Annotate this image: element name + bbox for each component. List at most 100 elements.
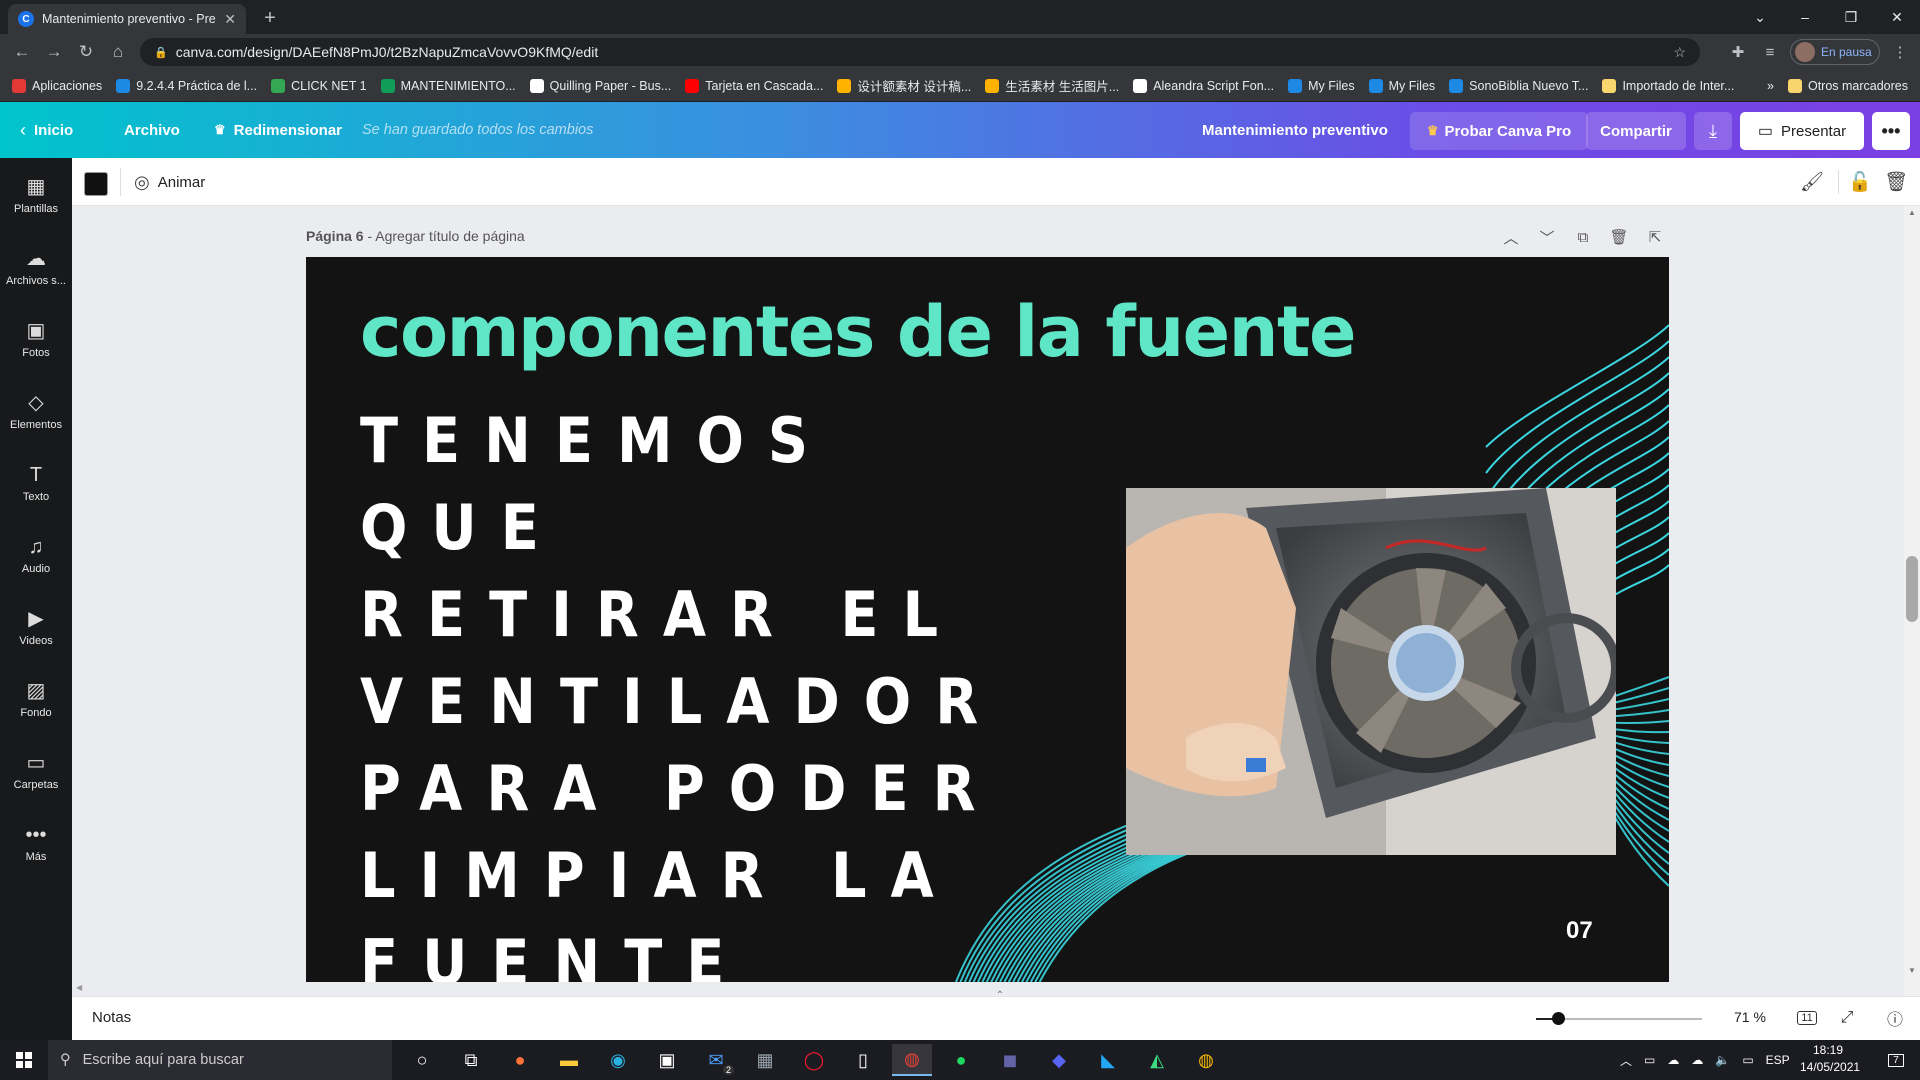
minimize-icon[interactable]: – — [1782, 0, 1828, 34]
file-menu-button[interactable]: Archivo — [124, 102, 180, 158]
windows-start-icon[interactable] — [0, 1040, 48, 1080]
bookmark-item[interactable]: 设计额素材 设计稿... — [837, 76, 971, 95]
reload-icon[interactable]: ↻ — [70, 34, 102, 70]
restore-icon[interactable]: ❐ — [1828, 0, 1874, 34]
slide-body-text[interactable]: Tenemos que retirar el ventilador para p… — [360, 397, 1000, 982]
android-studio-icon[interactable]: ◭ — [1137, 1044, 1177, 1076]
bookmark-item[interactable]: Quilling Paper - Bus... — [529, 78, 671, 93]
try-canva-pro-button[interactable]: ♛ Probar Canva Pro — [1410, 112, 1588, 150]
fullscreen-icon[interactable]: ⤢ — [1834, 1006, 1860, 1030]
other-bookmarks-folder[interactable]: Otros marcadores — [1787, 78, 1908, 93]
sidebar-item-carpetas[interactable]: ▭ Carpetas — [0, 736, 72, 806]
background-color-swatch[interactable] — [84, 172, 108, 196]
vscode-icon[interactable]: ◣ — [1088, 1044, 1128, 1076]
sidebar-item-archivos-s[interactable]: ☁ Archivos s... — [0, 232, 72, 302]
bookmark-item[interactable]: My Files — [1288, 78, 1355, 93]
show-hidden-icons-icon[interactable]: ︿ — [1620, 1052, 1632, 1069]
sidebar-item-fondo[interactable]: ▨ Fondo — [0, 664, 72, 734]
profile-button[interactable]: En pausa — [1790, 39, 1880, 65]
sidebar-item-videos[interactable]: ▶ Videos — [0, 592, 72, 662]
scroll-up-icon[interactable]: ▲ — [1908, 208, 1916, 217]
zoom-percentage[interactable]: 71 % — [1734, 1009, 1766, 1025]
spotify-icon[interactable]: ● — [941, 1044, 981, 1076]
resize-button[interactable]: ♛ Redimensionar — [214, 102, 342, 158]
slide-title[interactable]: componentes de la fuente — [360, 291, 1356, 373]
bookmark-item[interactable]: 9.2.4.4 Práctica de l... — [116, 78, 257, 93]
slide-canvas[interactable]: componentes de la fuente Tenemos que ret… — [306, 257, 1669, 982]
lock-icon[interactable]: 🔓 — [1846, 168, 1874, 196]
firefox-icon[interactable]: ● — [500, 1044, 540, 1076]
teams-icon[interactable]: ◼ — [990, 1044, 1030, 1076]
display-icon[interactable]: ▭ — [1742, 1053, 1753, 1067]
help-icon[interactable]: ⓘ — [1882, 1006, 1908, 1030]
add-page-icon[interactable]: ⇱ — [1642, 224, 1668, 250]
bookmark-star-icon[interactable]: ☆ — [1673, 44, 1686, 61]
notification-center-icon[interactable]: 7 — [1876, 1040, 1916, 1080]
store-icon[interactable]: ▣ — [647, 1044, 687, 1076]
sidebar-item-plantillas[interactable]: ▦ Plantillas — [0, 160, 72, 230]
discord-icon[interactable]: ◆ — [1039, 1044, 1079, 1076]
edge-icon[interactable]: ◉ — [598, 1044, 638, 1076]
network-icon[interactable]: ☁ — [1691, 1053, 1703, 1067]
bookmark-item[interactable]: Tarjeta en Cascada... — [685, 78, 823, 93]
delete-page-icon[interactable]: 🗑 — [1606, 224, 1632, 250]
copy-style-paint-roller-icon[interactable]: 🖌 — [1798, 168, 1826, 196]
url-bar[interactable]: 🔒 canva.com/design/DAEefN8PmJ0/t2BzNapuZ… — [140, 38, 1700, 66]
home-button[interactable]: ‹ Inicio — [20, 102, 73, 158]
new-tab-icon[interactable]: + — [258, 6, 282, 30]
close-tab-icon[interactable]: ✕ — [224, 11, 236, 28]
task-view-cortana-icon[interactable]: ○ — [402, 1044, 442, 1076]
bookmark-item[interactable]: My Files — [1368, 78, 1435, 93]
calculator-icon[interactable]: ▦ — [745, 1044, 785, 1076]
page-up-chevron-icon[interactable]: ︿ — [1498, 224, 1524, 250]
page-down-chevron-icon[interactable]: ﹀ — [1534, 224, 1560, 250]
duplicate-page-icon[interactable]: ⧉ — [1570, 224, 1596, 250]
extensions-puzzle-icon[interactable]: ✚ — [1724, 38, 1752, 66]
onedrive-icon[interactable]: ☁ — [1667, 1053, 1679, 1067]
home-icon[interactable]: ⌂ — [102, 34, 134, 70]
mail-icon[interactable]: ✉ 2 — [696, 1044, 736, 1076]
chrome-icon[interactable]: ◍ — [1186, 1044, 1226, 1076]
bookmark-item[interactable]: Importado de Inter... — [1602, 78, 1734, 93]
bookmark-item[interactable]: MANTENIMIENTO... — [380, 78, 516, 93]
page-title-input[interactable]: Agregar título de página — [375, 228, 524, 244]
close-window-icon[interactable]: ✕ — [1874, 0, 1920, 34]
download-icon[interactable]: ⤓ — [1694, 112, 1732, 150]
taskbar-clock[interactable]: 18:19 14/05/2021 — [1800, 1042, 1860, 1076]
bookmark-item[interactable]: SonoBiblia Nuevo T... — [1449, 78, 1588, 93]
notes-button[interactable]: Notas — [92, 1009, 131, 1026]
trash-icon[interactable]: 🗑 — [1882, 168, 1910, 196]
scroll-left-icon[interactable]: ◀ — [76, 983, 82, 992]
power-supply-fan-photo[interactable] — [1126, 488, 1616, 855]
chrome-menu-icon[interactable]: ⋮ — [1886, 38, 1914, 66]
sidebar-item-texto[interactable]: T Texto — [0, 448, 72, 518]
animate-button[interactable]: ◎ Animar — [134, 158, 205, 206]
back-icon[interactable]: ← — [6, 34, 38, 70]
page-grid-button[interactable]: 11 — [1794, 1006, 1820, 1030]
scroll-down-icon[interactable]: ▼ — [1908, 966, 1916, 975]
sidebar-item-más[interactable]: ••• Más — [0, 808, 72, 878]
taskbar-search[interactable]: ⚲ Escribe aquí para buscar — [48, 1040, 392, 1080]
bookmark-item[interactable]: 生活素材 生活图片... — [985, 76, 1119, 95]
bookmark-item[interactable]: Aleandra Script Fon... — [1133, 78, 1274, 93]
notepad-icon[interactable]: ▯ — [843, 1044, 883, 1076]
present-button[interactable]: ▭ Presentar — [1740, 112, 1864, 150]
chrome-canva-icon[interactable]: ◍ — [892, 1044, 932, 1076]
task-view-icon[interactable]: ⧉ — [451, 1044, 491, 1076]
language-indicator[interactable]: ESP — [1766, 1053, 1790, 1067]
zoom-slider-track[interactable] — [1546, 1018, 1702, 1020]
scrollbar-thumb[interactable] — [1906, 556, 1918, 622]
bookmark-item[interactable]: CLICK NET 1 — [271, 78, 367, 93]
file-explorer-icon[interactable]: ▬ — [549, 1044, 589, 1076]
bookmarks-overflow-icon[interactable]: » — [1767, 79, 1774, 93]
share-button[interactable]: Compartir — [1586, 112, 1686, 150]
profile-tab-search-icon[interactable]: ⌄ — [1737, 0, 1783, 34]
sidebar-item-audio[interactable]: ♫ Audio — [0, 520, 72, 590]
opera-icon[interactable]: ◯ — [794, 1044, 834, 1076]
sidebar-item-fotos[interactable]: ▣ Fotos — [0, 304, 72, 374]
forward-icon[interactable]: → — [38, 34, 70, 70]
media-control-icon[interactable]: ≡ — [1756, 38, 1784, 66]
more-options-icon[interactable]: ••• — [1872, 112, 1910, 150]
browser-tab[interactable]: C Mantenimiento preventivo - Pres ✕ — [8, 4, 246, 34]
meet-now-icon[interactable]: ▭ — [1644, 1053, 1655, 1067]
